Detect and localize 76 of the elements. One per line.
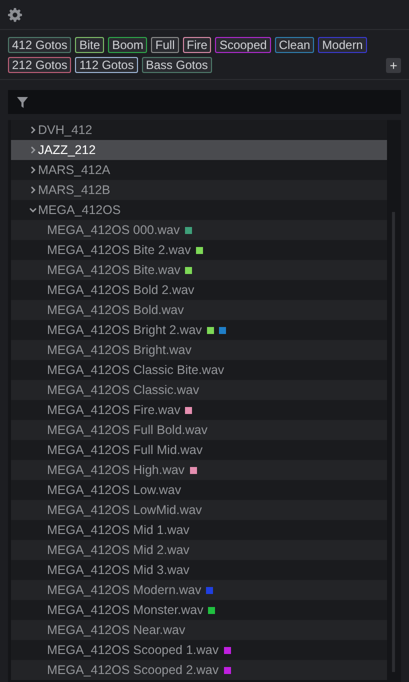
tag-chip[interactable]: Boom (108, 37, 148, 53)
tree-row[interactable]: MEGA_412OS Full Mid.wav (11, 440, 387, 460)
file-name: MEGA_412OS Bright.wav (47, 343, 192, 357)
tag-chip[interactable]: 112 Gotos (75, 57, 138, 73)
tree-row[interactable]: MEGA_412OS Fire.wav (11, 400, 387, 420)
settings-icon[interactable] (8, 8, 22, 22)
chevron-right-icon[interactable] (29, 126, 37, 134)
tag-chip[interactable]: Bite (75, 37, 104, 53)
tree-row[interactable]: MEGA_412OS (11, 200, 387, 220)
file-name: MEGA_412OS Classic Bite.wav (47, 363, 224, 377)
tree-row[interactable]: MEGA_412OS Bite 2.wav (11, 240, 387, 260)
folder-name: DVH_412 (38, 123, 92, 137)
tree-row[interactable]: MEGA_412OS Modern.wav (11, 580, 387, 600)
tree-row[interactable]: JAZZ_212 (11, 140, 387, 160)
file-name: MEGA_412OS Bite 2.wav (47, 243, 191, 257)
tree-row[interactable]: MEGA_412OS Monster.wav (11, 600, 387, 620)
file-name: MEGA_412OS Mid 3.wav (47, 563, 190, 577)
filter-icon (17, 96, 28, 108)
tag-chip[interactable]: Modern (318, 37, 367, 53)
tree-row[interactable]: MEGA_412OS 000.wav (11, 220, 387, 240)
file-name: MEGA_412OS Full Bold.wav (47, 423, 208, 437)
file-name: MEGA_412OS Low.wav (47, 483, 182, 497)
file-name: MEGA_412OS Mid 2.wav (47, 543, 190, 557)
tree-row[interactable]: MEGA_412OS Classic Bite.wav (11, 360, 387, 380)
tree-row[interactable]: MEGA_412OS High.wav (11, 460, 387, 480)
file-name: MEGA_412OS Full Mid.wav (47, 443, 203, 457)
tag-chip[interactable]: Bass Gotos (142, 57, 212, 73)
chevron-right-icon[interactable] (29, 146, 37, 154)
file-name: MEGA_412OS Bold.wav (47, 303, 184, 317)
file-name: MEGA_412OS Scooped 2.wav (47, 663, 219, 677)
add-tag-button[interactable]: + (386, 58, 401, 73)
tree-row[interactable]: MEGA_412OS Scooped 1.wav (11, 640, 387, 660)
file-name: MEGA_412OS Modern.wav (47, 583, 202, 597)
tree-row[interactable]: MEGA_412OS Scooped 2.wav (11, 660, 387, 680)
tree-row[interactable]: MEGA_412OS Bright.wav (11, 340, 387, 360)
chevron-right-icon[interactable] (29, 186, 37, 194)
file-name: MEGA_412OS High.wav (47, 463, 185, 477)
tag-chip[interactable]: Fire (182, 37, 212, 53)
tree-row[interactable]: MEGA_412OS Bold 2.wav (11, 280, 387, 300)
folder-name: MEGA_412OS (38, 203, 121, 217)
folder-name: JAZZ_212 (38, 143, 96, 157)
filter-field[interactable] (8, 90, 401, 114)
tree-row[interactable]: MEGA_412OS Bold.wav (11, 300, 387, 320)
file-name: MEGA_412OS 000.wav (47, 223, 180, 237)
tree-row[interactable]: MEGA_412OS LowMid.wav (11, 500, 387, 520)
tree-row[interactable]: MEGA_412OS Bite.wav (11, 260, 387, 280)
tree-row[interactable]: MEGA_412OS Mid 1.wav (11, 520, 387, 540)
file-name: MEGA_412OS Monster.wav (47, 603, 204, 617)
file-name: MEGA_412OS Bold 2.wav (47, 283, 194, 297)
tag-chip[interactable]: 212 Gotos (8, 57, 72, 73)
chevron-down-icon[interactable] (29, 206, 37, 214)
tag-chip[interactable]: Full (151, 37, 179, 53)
folder-name: MARS_412B (38, 183, 110, 197)
tag-chip[interactable]: Clean (274, 37, 314, 53)
file-name: MEGA_412OS Scooped 1.wav (47, 643, 219, 657)
file-name: MEGA_412OS Bite.wav (47, 263, 180, 277)
folder-name: MARS_412A (38, 163, 110, 177)
tree-row[interactable]: DVH_412 (11, 120, 387, 140)
tree-row[interactable]: MEGA_412OS Mid 2.wav (11, 540, 387, 560)
tree-row[interactable]: MARS_412A (11, 160, 387, 180)
tree-row[interactable]: MEGA_412OS Full Bold.wav (11, 420, 387, 440)
chevron-right-icon[interactable] (29, 166, 37, 174)
file-name: MEGA_412OS LowMid.wav (47, 503, 202, 517)
tag-chip[interactable]: Scooped (215, 37, 271, 53)
tag-chip[interactable]: 412 Gotos (8, 37, 72, 53)
file-name: MEGA_412OS Mid 1.wav (47, 523, 190, 537)
file-name: MEGA_412OS Near.wav (47, 623, 186, 637)
file-name: MEGA_412OS Bright 2.wav (47, 323, 202, 337)
tree-row[interactable]: MEGA_412OS Classic.wav (11, 380, 387, 400)
tree-row[interactable]: MEGA_412OS Bright 2.wav (11, 320, 387, 340)
file-name: MEGA_412OS Classic.wav (47, 383, 200, 397)
tree-row[interactable]: MEGA_412OS Near.wav (11, 620, 387, 640)
tree-row[interactable]: MEGA_412OS Mid 3.wav (11, 560, 387, 580)
tree-row[interactable]: MEGA_412OS Low.wav (11, 480, 387, 500)
tree-row[interactable]: MARS_412B (11, 180, 387, 200)
file-name: MEGA_412OS Fire.wav (47, 403, 180, 417)
